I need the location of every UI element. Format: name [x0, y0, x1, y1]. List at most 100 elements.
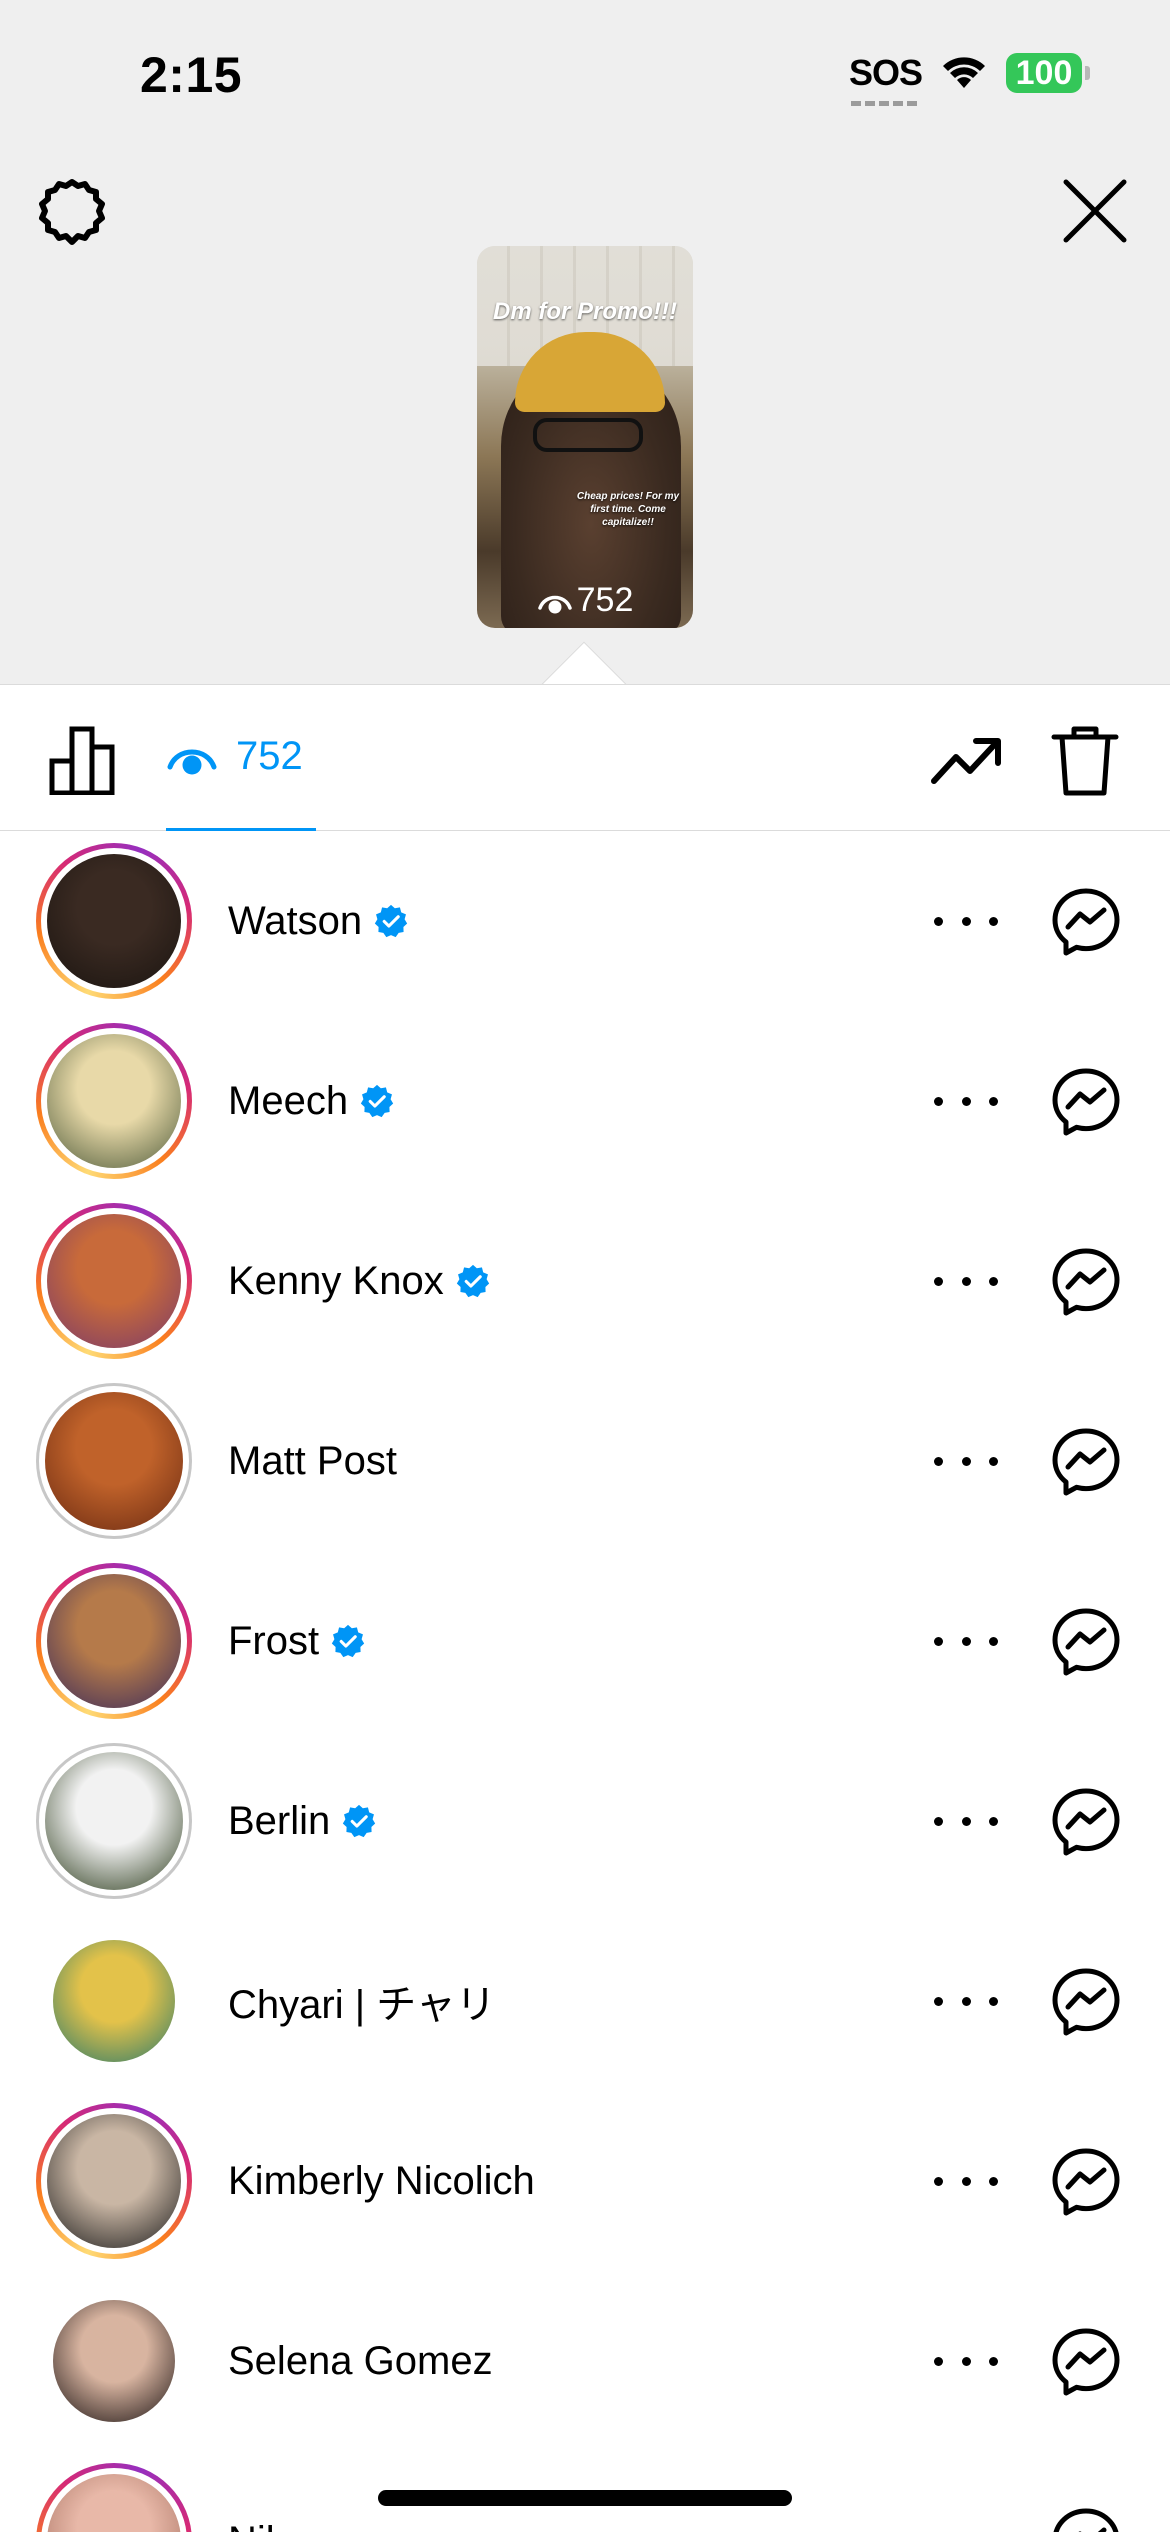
viewer-row[interactable]: Chyari | チャリ	[0, 1911, 1170, 2091]
more-options-button[interactable]	[934, 2521, 998, 2532]
more-dot	[989, 1996, 998, 2006]
avatar	[47, 1574, 181, 1708]
eye-icon	[537, 595, 572, 613]
avatar-frame	[41, 1028, 187, 1174]
viewer-row[interactable]: Frost	[0, 1551, 1170, 1731]
more-dot	[934, 1276, 943, 1286]
avatar-frame	[41, 1208, 187, 1354]
avatar-frame	[39, 1746, 189, 1896]
viewers-tab[interactable]: 752	[166, 685, 316, 831]
viewer-name-group[interactable]: Frost	[228, 1551, 365, 1731]
messenger-icon	[1052, 1608, 1120, 1676]
more-options-button[interactable]	[934, 1621, 998, 1661]
battery-level: 100	[1006, 53, 1082, 93]
status-time: 2:15	[140, 47, 243, 103]
avatar-ring[interactable]	[36, 2103, 192, 2259]
viewers-sheet: 752 Watson Meech Kenny Knox Matt Post Frost B…	[0, 684, 1170, 2532]
more-dot	[934, 916, 943, 926]
more-options-button[interactable]	[934, 1081, 998, 1121]
avatar-ring[interactable]	[36, 1023, 192, 1179]
verified-badge-icon	[331, 1624, 365, 1658]
viewer-name-group[interactable]: Berlin	[228, 1731, 376, 1911]
viewer-name-group[interactable]: Chyari | チャリ	[228, 1911, 496, 2091]
more-options-button[interactable]	[934, 1261, 998, 1301]
send-message-button[interactable]	[1051, 2507, 1121, 2532]
settings-button[interactable]	[36, 176, 108, 248]
more-options-button[interactable]	[934, 901, 998, 941]
send-message-button[interactable]	[1051, 1067, 1121, 1137]
avatar-ring[interactable]	[36, 2463, 192, 2532]
viewer-name: Chyari | チャリ	[228, 1983, 496, 2027]
viewer-name: Meech	[228, 1078, 349, 1123]
more-options-button[interactable]	[934, 2341, 998, 2381]
delete-button[interactable]	[1050, 723, 1120, 799]
avatar	[47, 2474, 181, 2532]
viewer-name: Kimberly Nicolich	[228, 2158, 535, 2203]
more-dot	[961, 1636, 971, 1646]
story-caption-text: Cheap prices! For my first time. Come ca…	[576, 491, 680, 528]
messenger-icon	[1053, 2508, 1119, 2532]
promote-button[interactable]	[930, 731, 1002, 791]
more-options-button[interactable]	[934, 1441, 998, 1481]
viewer-name-group[interactable]: Kenny Knox	[228, 1191, 490, 1371]
viewer-name: Berlin	[228, 1798, 331, 1843]
messenger-icon	[1052, 1788, 1120, 1856]
story-view-count: 752	[477, 581, 693, 620]
avatar	[47, 854, 181, 988]
insights-tab[interactable]	[48, 725, 118, 796]
viewer-name-group[interactable]: Kimberly Nicolich	[228, 2091, 535, 2271]
more-dot	[961, 2176, 971, 2186]
avatar-ring[interactable]	[36, 1923, 192, 2079]
avatar-ring[interactable]	[36, 1383, 192, 1539]
avatar-frame	[41, 2108, 187, 2254]
viewer-row[interactable]: Watson	[0, 831, 1170, 1011]
send-message-button[interactable]	[1051, 887, 1121, 957]
more-options-button[interactable]	[934, 2161, 998, 2201]
send-message-button[interactable]	[1051, 1967, 1121, 2037]
viewer-name-group[interactable]: Selena Gomez	[228, 2271, 493, 2451]
more-dot	[934, 2356, 943, 2366]
more-options-button[interactable]	[934, 1981, 998, 2021]
more-dot	[989, 2356, 998, 2366]
avatar	[47, 1214, 181, 1348]
avatar-ring[interactable]	[36, 1743, 192, 1899]
more-dot	[989, 1636, 998, 1646]
messenger-icon	[1052, 1248, 1120, 1316]
more-options-button[interactable]	[934, 1801, 998, 1841]
send-message-button[interactable]	[1051, 1247, 1121, 1317]
send-message-button[interactable]	[1051, 2327, 1121, 2397]
viewer-row[interactable]: Selena Gomez	[0, 2271, 1170, 2451]
messenger-icon	[1052, 1428, 1120, 1496]
trash-icon	[1051, 726, 1119, 796]
send-message-button[interactable]	[1051, 1427, 1121, 1497]
viewer-name: Selena Gomez	[228, 2338, 493, 2383]
avatar-ring[interactable]	[36, 2283, 192, 2439]
viewer-name-group[interactable]: Matt Post	[228, 1371, 397, 1551]
avatar-frame	[41, 1568, 187, 1714]
more-dot	[934, 2176, 943, 2186]
viewer-row[interactable]: Matt Post	[0, 1371, 1170, 1551]
viewer-row[interactable]: Kimberly Nicolich	[0, 2091, 1170, 2271]
eye-icon	[167, 749, 217, 774]
send-message-button[interactable]	[1051, 1787, 1121, 1857]
viewer-row[interactable]: Meech	[0, 1011, 1170, 1191]
story-thumbnail[interactable]: Dm for Promo!!! Cheap prices! For my fir…	[477, 246, 693, 628]
viewer-name-group[interactable]: Meech	[228, 1011, 394, 1191]
viewer-name-group[interactable]: Watson	[228, 831, 408, 1011]
viewer-name-group[interactable]: Niko	[228, 2451, 308, 2532]
avatar-frame	[41, 2468, 187, 2532]
avatar-ring[interactable]	[36, 843, 192, 999]
send-message-button[interactable]	[1051, 2147, 1121, 2217]
close-button[interactable]	[1060, 176, 1130, 246]
wifi-icon	[943, 57, 985, 88]
viewers-count: 752	[236, 734, 303, 778]
viewer-row[interactable]: Kenny Knox	[0, 1191, 1170, 1371]
viewer-list: Watson Meech Kenny Knox Matt Post Frost Berli…	[0, 831, 1170, 2532]
more-dot	[961, 1456, 971, 1466]
avatar-ring[interactable]	[36, 1563, 192, 1719]
send-message-button[interactable]	[1051, 1607, 1121, 1677]
avatar-frame	[41, 2288, 187, 2434]
messenger-icon	[1052, 2328, 1120, 2396]
avatar-ring[interactable]	[36, 1203, 192, 1359]
viewer-row[interactable]: Berlin	[0, 1731, 1170, 1911]
